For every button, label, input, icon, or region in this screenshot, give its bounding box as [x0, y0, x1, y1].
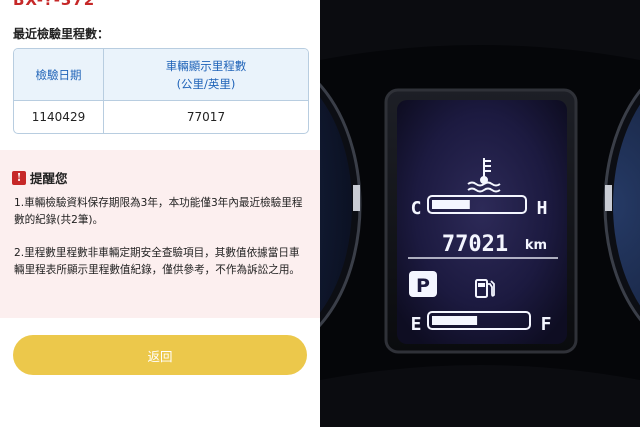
header-odometer: 車輛顯示里程數 (公里/英里) [104, 49, 308, 100]
back-button[interactable]: 返回 [13, 335, 307, 375]
header-inspection-date: 檢驗日期 [35, 67, 82, 82]
alert-icon: ! [12, 170, 26, 185]
right-gauge-marker [605, 185, 612, 211]
odometer-unit: km [525, 238, 547, 253]
section-title: 最近檢驗里程數： [13, 27, 110, 41]
fuel-empty-label: E [411, 314, 422, 335]
notice-paragraph-1: 1.車輛檢驗資料保存期限為3年，本功能僅3年內最近檢驗里程數的紀錄(共2筆)。 [14, 197, 303, 226]
instrument-cluster: C H 77021 km P E F [320, 0, 640, 427]
lcd-screen [397, 100, 567, 344]
dashboard-photo: C H 77021 km P E F [320, 0, 640, 427]
vehicle-inspection-app: BX-?-372 最近檢驗里程數： 檢驗日期 車輛顯示里程數 (公里/英里) 1… [0, 0, 320, 427]
notice-header: ! 提醒您 [12, 168, 68, 187]
license-plate: BX-?-372 [13, 0, 96, 9]
gear-indicator: P [416, 275, 430, 297]
odometer-value: 77021 [442, 232, 508, 257]
notice-paragraph-2: 2.里程數里程數非車輛定期安全查驗項目，其數值依據當日車輛里程表所顯示里程數值紀… [14, 247, 301, 276]
header-odometer-label: 車輛顯示里程數 [165, 58, 247, 73]
table-cell-date: 1140429 [31, 110, 86, 124]
bottom-bezel [320, 365, 640, 427]
table-cell-mileage: 77017 [186, 110, 226, 124]
temp-hot-label: H [537, 198, 548, 219]
header-odometer-unit: (公里/英里) [176, 76, 236, 91]
notice-title: 提醒您 [30, 171, 68, 186]
fuel-full-label: F [541, 314, 552, 335]
mileage-table: 檢驗日期 車輛顯示里程數 (公里/英里) 1140429 77017 [13, 48, 309, 134]
notice-box: ! 提醒您 1.車輛檢驗資料保存期限為3年，本功能僅3年內最近檢驗里程數的紀錄(… [0, 150, 320, 318]
temp-cold-label: C [411, 198, 422, 219]
left-gauge-marker [353, 185, 360, 211]
temp-bar-fill [432, 200, 470, 209]
fuel-bar-fill [432, 316, 478, 325]
